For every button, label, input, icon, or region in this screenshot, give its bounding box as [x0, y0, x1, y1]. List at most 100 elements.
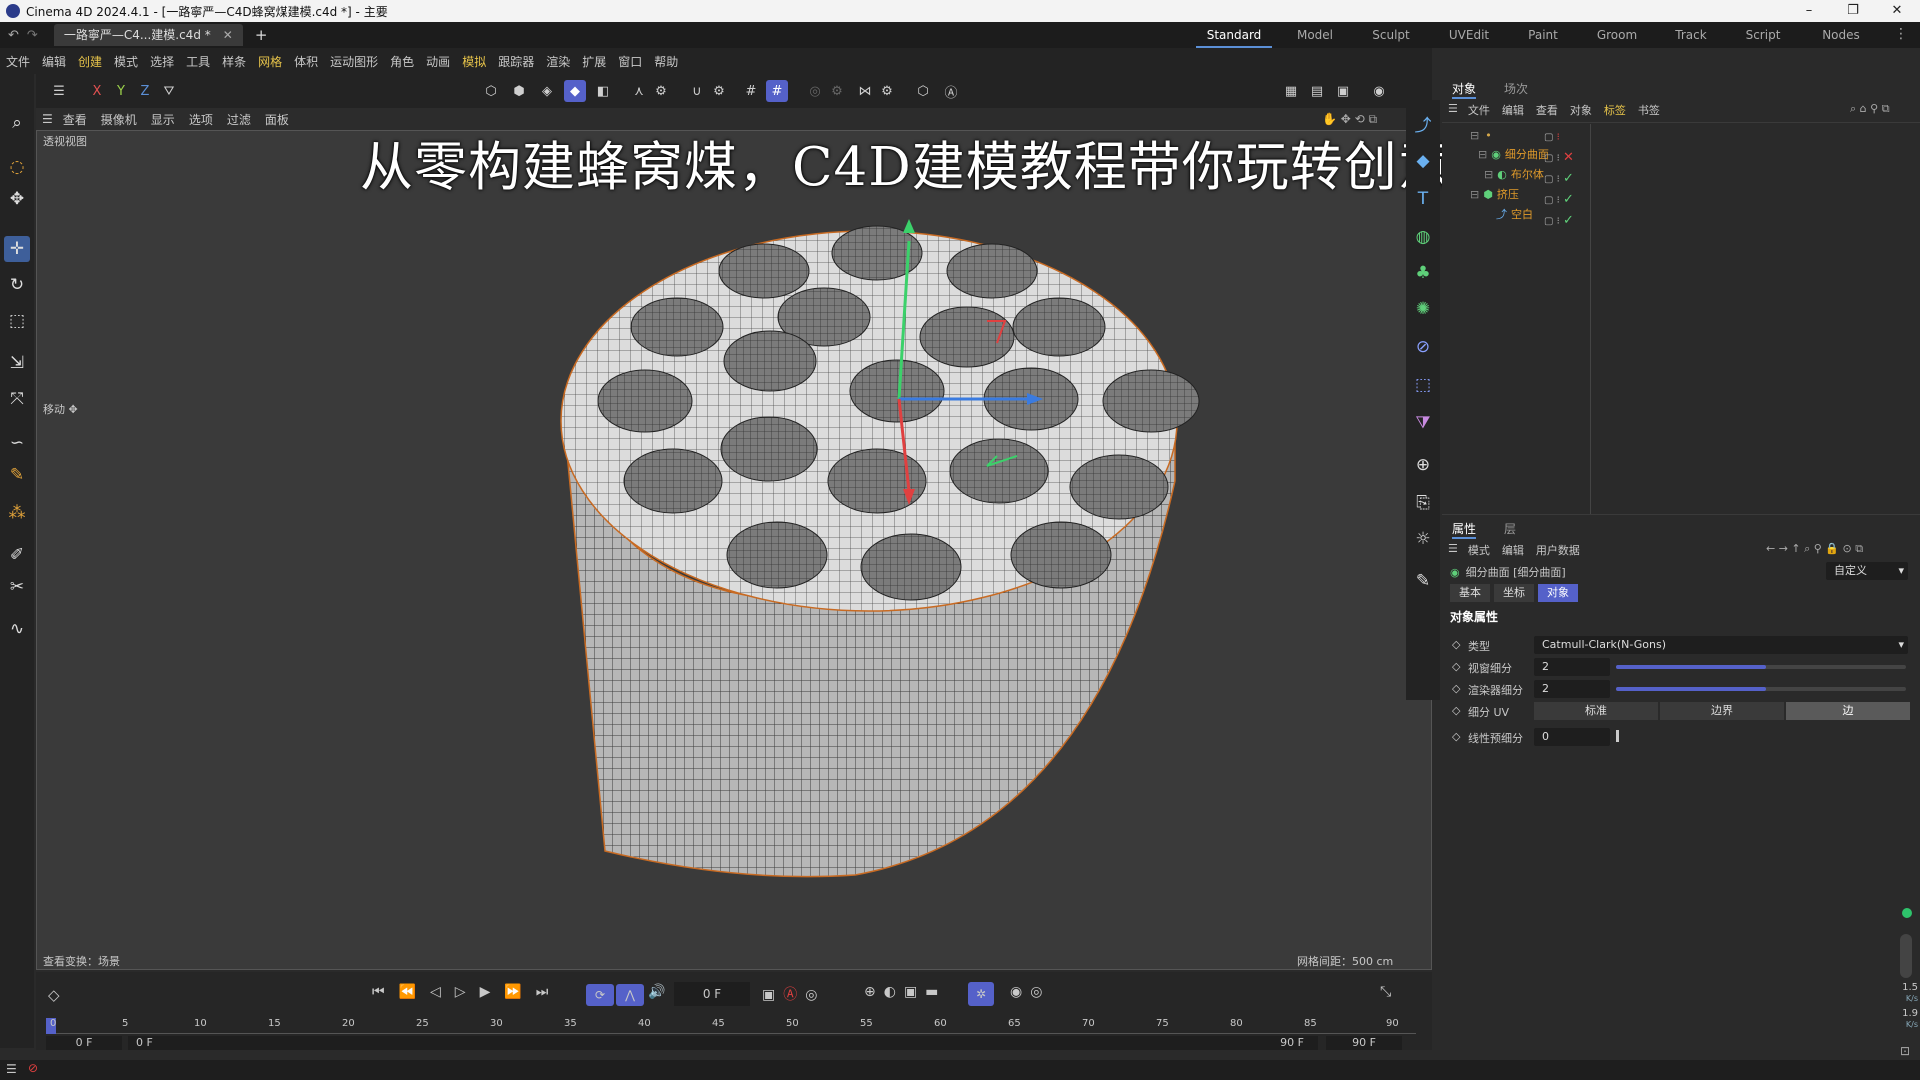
more-icon[interactable]: ⋮: [1894, 26, 1908, 42]
viewport-menu-panel[interactable]: 面板: [265, 111, 289, 128]
graph-editor-icon[interactable]: ⤡: [1380, 984, 1391, 1000]
viewport-menu-icon[interactable]: ☰: [42, 112, 53, 126]
record-controls[interactable]: ▣Ⓐ◎: [762, 984, 825, 1004]
menu-render[interactable]: 渲染: [546, 53, 570, 70]
frame-ruler[interactable]: 0 5 10 15 20 25 30 35 40 45 50 55 60 65 …: [46, 1018, 1416, 1034]
magnet-settings-icon[interactable]: ⚙: [708, 80, 730, 102]
tree-row-root[interactable]: ⊟ •: [1470, 126, 1496, 144]
tree-expander-icon[interactable]: ⊟: [1470, 188, 1479, 201]
viewport-menu-cameras[interactable]: 摄像机: [101, 111, 137, 128]
uv-option-edge[interactable]: 边: [1786, 702, 1910, 720]
layout-tab-sculpt[interactable]: Sculpt: [1356, 22, 1426, 48]
screenshot-icon[interactable]: ⊡: [1900, 1044, 1910, 1058]
object-mode-icon[interactable]: ☰: [48, 80, 70, 102]
mograph-cloner-icon[interactable]: ♣: [1410, 260, 1436, 286]
perspective-viewport[interactable]: 透视视图 移动 ✥ 查看变换：场景 网格间距：500 cm: [36, 130, 1432, 970]
points-mode-icon[interactable]: ⬡: [480, 80, 502, 102]
paint-brush-icon[interactable]: ✐: [4, 542, 30, 568]
menu-extensions[interactable]: 扩展: [582, 53, 606, 70]
viewport-menu-display[interactable]: 显示: [151, 111, 175, 128]
uv-option-standard[interactable]: 标准: [1534, 702, 1658, 720]
coordinate-system-icon[interactable]: ⛛: [158, 80, 180, 102]
magnet-icon[interactable]: ∪: [686, 80, 708, 102]
menu-simulate[interactable]: 模拟: [462, 53, 486, 70]
tab-takes[interactable]: 场次: [1504, 80, 1528, 97]
layout-tab-groom[interactable]: Groom: [1582, 22, 1652, 48]
snap-grid-icon[interactable]: #: [766, 80, 788, 102]
render-sub-field[interactable]: 2: [1534, 680, 1610, 698]
layout-tab-model[interactable]: Model: [1280, 22, 1350, 48]
menu-mesh[interactable]: 网格: [258, 53, 282, 70]
attr-menu-user-data[interactable]: 用户数据: [1536, 542, 1580, 558]
undo-icon[interactable]: ↶: [8, 28, 19, 43]
close-tab-icon[interactable]: ✕: [223, 28, 233, 42]
axis-y-lock[interactable]: Y: [110, 80, 132, 102]
menu-mograph[interactable]: 运动图形: [330, 53, 378, 70]
symmetry-settings-icon[interactable]: ⚙: [876, 80, 898, 102]
placement-tool-icon[interactable]: ⤧: [4, 386, 30, 412]
tree-row-extrude[interactable]: ⊟ ⬢ 挤压: [1470, 185, 1519, 203]
soft-select-icon[interactable]: ◎: [804, 80, 826, 102]
tree-expander-icon[interactable]: ⊟: [1484, 168, 1493, 181]
layout-tab-paint[interactable]: Paint: [1510, 22, 1576, 48]
auto-key-icon[interactable]: ✲: [968, 982, 994, 1006]
deformer-icon[interactable]: ✺: [1410, 296, 1436, 322]
menu-window[interactable]: 窗口: [618, 53, 642, 70]
loop-icon[interactable]: ⟳: [586, 984, 614, 1006]
texture-mode-icon[interactable]: ◧: [592, 80, 614, 102]
document-tab[interactable]: 一路寧严—C4...建模.c4d * ✕: [53, 24, 243, 46]
render-view-icon[interactable]: ▦: [1280, 80, 1302, 102]
scene-camera-icon[interactable]: ⎘: [1410, 490, 1436, 516]
generator-icon[interactable]: ◍: [1410, 224, 1436, 250]
lock-workplane-icon[interactable]: Ⓐ: [940, 80, 962, 102]
edit-layer-icon[interactable]: ▢ ⁝: [1544, 128, 1574, 148]
subtab-object[interactable]: 对象: [1538, 584, 1578, 602]
rotate-tool-icon[interactable]: ↻: [4, 272, 30, 298]
search-icon[interactable]: ⌕: [4, 110, 30, 136]
menu-tools[interactable]: 工具: [186, 53, 210, 70]
attr-menu-edit[interactable]: 编辑: [1502, 542, 1524, 558]
maximize-button[interactable]: ❐: [1830, 0, 1876, 22]
attribute-nav-icons[interactable]: ← → ↑ ⌕ ⚲ 🔒 ⊙ ⧉: [1766, 542, 1863, 556]
axis-settings-icon[interactable]: ⚙: [650, 80, 672, 102]
spline-object-icon[interactable]: ⤴: [1410, 110, 1436, 136]
start-frame-field[interactable]: 0 F: [46, 1036, 122, 1050]
tree-row-boole[interactable]: ⊟ ◐ 布尔体: [1484, 165, 1544, 183]
subtab-coordinates[interactable]: 坐标: [1494, 584, 1534, 602]
preview-range-bar[interactable]: 0 F 90 F: [128, 1036, 1318, 1050]
error-indicator-icon[interactable]: ⊘: [28, 1061, 38, 1075]
tab-objects[interactable]: 对象: [1452, 80, 1477, 99]
linear-slider-handle[interactable]: [1616, 730, 1619, 742]
spline-sketch-icon[interactable]: ✎: [4, 462, 30, 488]
close-button[interactable]: ✕: [1874, 0, 1920, 22]
knife-icon[interactable]: ✂: [4, 574, 30, 600]
sculpt-brush-icon[interactable]: ∿: [4, 616, 30, 642]
tree-expander-icon[interactable]: ⊟: [1470, 129, 1479, 142]
linear-field[interactable]: 0: [1534, 728, 1610, 746]
menu-mode[interactable]: 模式: [114, 53, 138, 70]
sound-icon[interactable]: 🔊: [648, 984, 665, 1000]
move-tool-icon[interactable]: ✛: [4, 236, 30, 262]
cube-primitive-icon[interactable]: ◆: [1410, 148, 1436, 174]
soft-select-settings-icon[interactable]: ⚙: [826, 80, 848, 102]
menu-tracker[interactable]: 跟踪器: [498, 53, 534, 70]
layout-tab-nodes[interactable]: Nodes: [1808, 22, 1874, 48]
transform-tool-icon[interactable]: ⇲: [4, 350, 30, 376]
menu-icon[interactable]: ☰: [6, 1062, 17, 1076]
view-sub-field[interactable]: 2: [1534, 658, 1610, 676]
layout-tab-script[interactable]: Script: [1730, 22, 1796, 48]
redshift-icon[interactable]: ◉: [1368, 80, 1390, 102]
object-manager-icons[interactable]: ⌕ ⌂ ⚲ ⧉: [1850, 102, 1890, 116]
edit-layer-icon[interactable]: ▢ ⁝ ✓: [1544, 169, 1574, 190]
layout-tab-standard[interactable]: Standard: [1196, 22, 1272, 48]
subtab-basic[interactable]: 基本: [1450, 584, 1490, 602]
object-menu-view[interactable]: 查看: [1536, 102, 1558, 118]
object-menu-file[interactable]: 文件: [1468, 102, 1490, 118]
minimize-button[interactable]: –: [1786, 0, 1832, 22]
tree-row-null[interactable]: ⤴ 空白: [1496, 205, 1533, 223]
end-frame-field[interactable]: 90 F: [1326, 1036, 1402, 1050]
keyframe-icon[interactable]: ◇: [48, 986, 60, 1004]
selection-tools-icon[interactable]: ✥: [4, 186, 30, 212]
menu-character[interactable]: 角色: [390, 53, 414, 70]
menu-spline[interactable]: 样条: [222, 53, 246, 70]
